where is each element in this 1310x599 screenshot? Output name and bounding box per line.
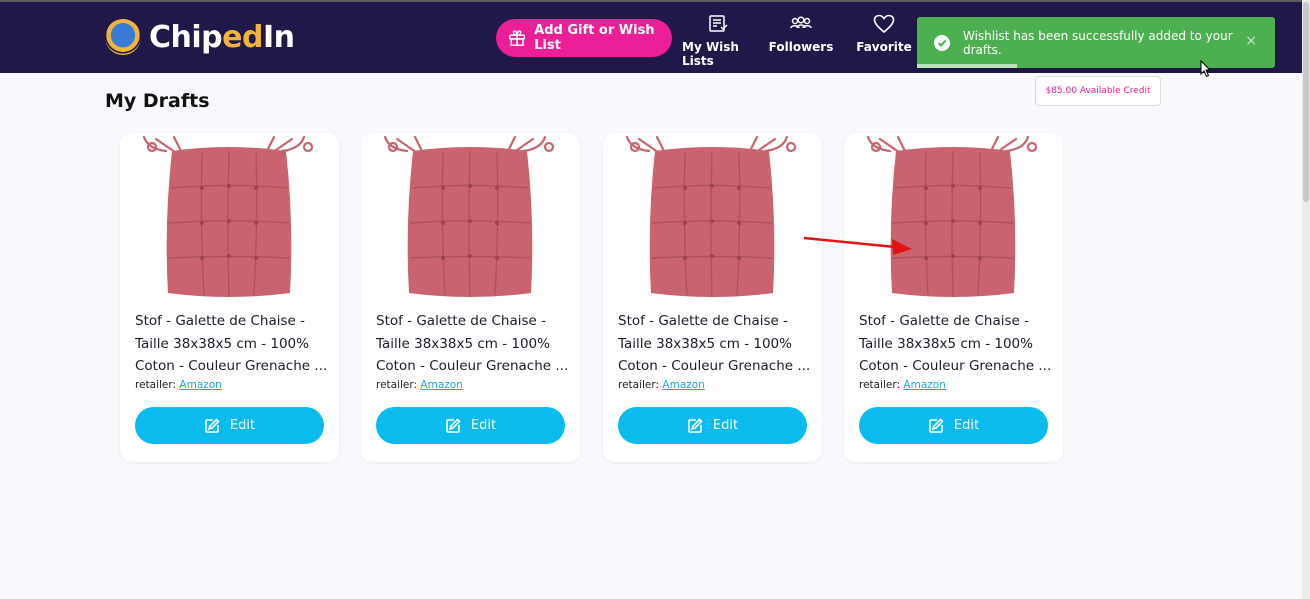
product-title[interactable]: Stof - Galette de Chaise - Taille 38x38x… xyxy=(618,310,813,378)
product-image[interactable] xyxy=(617,133,807,301)
retailer-info: retailer: Amazon xyxy=(618,379,705,391)
edit-button[interactable]: Edit xyxy=(618,407,807,444)
edit-button[interactable]: Edit xyxy=(135,407,324,444)
wishlist-icon xyxy=(709,15,728,32)
nav-favorite[interactable]: Favorite xyxy=(856,14,912,54)
product-image[interactable] xyxy=(134,133,324,301)
retailer-label: retailer: xyxy=(618,379,660,391)
logo-badge-icon xyxy=(105,19,141,55)
edit-icon xyxy=(688,417,703,433)
nav-followers[interactable]: Followers xyxy=(769,14,833,54)
toast-progress-bar xyxy=(917,64,1018,68)
page-title: My Drafts xyxy=(105,90,210,112)
retailer-link[interactable]: Amazon xyxy=(662,379,704,391)
edit-label: Edit xyxy=(953,418,980,433)
add-gift-or-wish-list-button[interactable]: Add Gift or Wish List xyxy=(496,19,672,57)
edit-label: Edit xyxy=(712,418,739,433)
draft-card[interactable]: Stof - Galette de Chaise - Taille 38x38x… xyxy=(603,133,822,462)
window-top-border xyxy=(0,0,1310,2)
toast-close-icon[interactable]: × xyxy=(1245,33,1257,49)
gift-icon xyxy=(509,30,526,47)
edit-label: Edit xyxy=(229,418,256,433)
add-button-label: Add Gift or Wish List xyxy=(534,23,655,53)
heart-icon xyxy=(873,14,895,34)
scrollbar-thumb[interactable] xyxy=(1303,2,1309,202)
edit-button[interactable]: Edit xyxy=(376,407,565,444)
product-title[interactable]: Stof - Galette de Chaise - Taille 38x38x… xyxy=(135,310,330,378)
draft-card[interactable]: Stof - Galette de Chaise - Taille 38x38x… xyxy=(844,133,1063,462)
toast-message: Wishlist has been successfully added to … xyxy=(962,28,1233,57)
draft-card[interactable]: Stof - Galette de Chaise - Taille 38x38x… xyxy=(361,133,580,462)
edit-label: Edit xyxy=(470,418,497,433)
followers-icon xyxy=(790,16,812,29)
nav-my-wish-lists[interactable]: My Wish Lists xyxy=(682,14,754,68)
retailer-label: retailer: xyxy=(135,379,177,391)
vertical-scrollbar[interactable] xyxy=(1302,0,1310,599)
retailer-info: retailer: Amazon xyxy=(376,379,463,391)
check-circle-icon xyxy=(934,34,950,51)
logo-text: ChipedIn xyxy=(149,19,295,55)
retailer-info: retailer: Amazon xyxy=(135,379,222,391)
product-title[interactable]: Stof - Galette de Chaise - Taille 38x38x… xyxy=(859,310,1054,378)
available-credit-badge[interactable]: $85.00 Available Credit xyxy=(1035,76,1161,106)
nav-label: My Wish Lists xyxy=(682,40,739,68)
retailer-link[interactable]: Amazon xyxy=(179,379,221,391)
retailer-info: retailer: Amazon xyxy=(859,379,946,391)
credit-label: $85.00 Available Credit xyxy=(1045,86,1151,96)
retailer-link[interactable]: Amazon xyxy=(903,379,945,391)
nav-label: Followers xyxy=(768,40,834,54)
nav-label: Favorite xyxy=(856,40,912,54)
edit-icon xyxy=(446,417,461,433)
edit-button[interactable]: Edit xyxy=(859,407,1048,444)
product-title[interactable]: Stof - Galette de Chaise - Taille 38x38x… xyxy=(376,310,571,378)
success-toast: Wishlist has been successfully added to … xyxy=(917,17,1275,68)
product-image[interactable] xyxy=(858,133,1048,301)
chipedin-logo[interactable]: ChipedIn xyxy=(105,19,295,55)
product-image[interactable] xyxy=(375,133,565,301)
edit-icon xyxy=(205,417,220,433)
retailer-link[interactable]: Amazon xyxy=(420,379,462,391)
annotation-arrow-icon xyxy=(803,236,912,255)
mouse-cursor-icon xyxy=(1200,60,1212,78)
retailer-label: retailer: xyxy=(859,379,901,391)
draft-card[interactable]: Stof - Galette de Chaise - Taille 38x38x… xyxy=(120,133,339,462)
edit-icon xyxy=(929,417,944,433)
retailer-label: retailer: xyxy=(376,379,418,391)
